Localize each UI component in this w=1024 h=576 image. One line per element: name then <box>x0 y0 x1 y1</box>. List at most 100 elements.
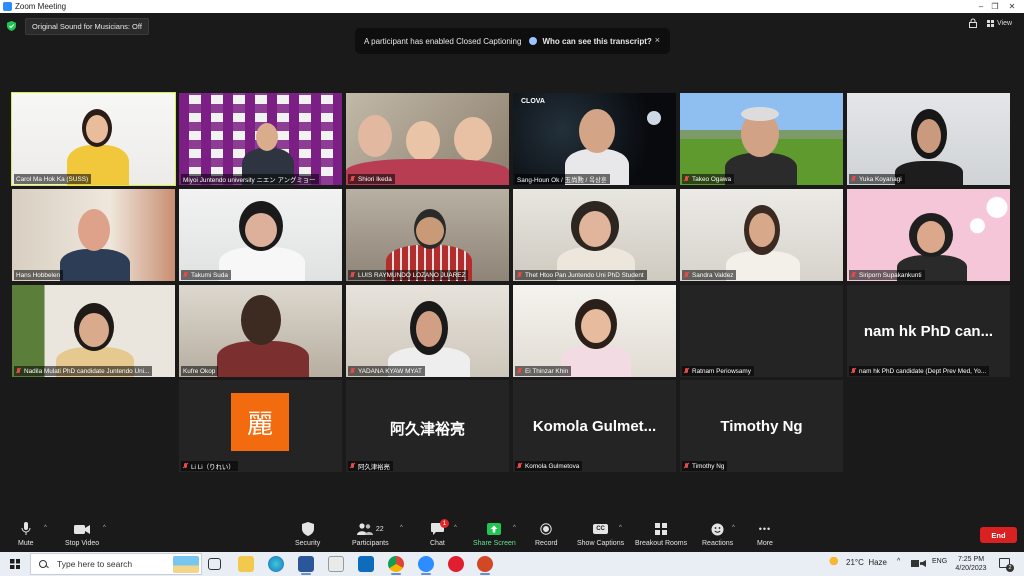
participant-tile[interactable]: YADANA KYAW MYAT <box>346 285 509 377</box>
chat-button[interactable]: 1 Chat <box>430 519 449 547</box>
muted-mic-icon <box>684 176 689 182</box>
language-indicator[interactable]: ENG <box>932 558 947 565</box>
participant-name: Miyoi Juntendo university ニエン アングミョー <box>181 174 319 184</box>
participant-tile[interactable]: 麗 Li Li（りれい） <box>179 380 342 472</box>
share-screen-icon <box>487 523 502 535</box>
participant-tile[interactable]: Nadila Mulati PhD candidate Juntendo Uni… <box>12 285 175 377</box>
participants-caret-icon[interactable]: ^ <box>400 525 403 531</box>
meeting-toolbar: Mute ^ Stop Video ^ Security 22 Particip… <box>0 517 1024 552</box>
participant-name: YADANA KYAW MYAT <box>348 366 425 376</box>
participant-name: Timothy Ng <box>682 461 728 471</box>
record-icon <box>540 523 552 535</box>
zoom-logo-icon <box>3 2 12 11</box>
mute-button[interactable]: Mute <box>18 521 34 547</box>
view-label: View <box>997 19 1013 27</box>
encryption-shield-icon[interactable] <box>7 21 16 31</box>
participant-tile[interactable]: 阿久津裕亮 阿久津裕亮 <box>346 380 509 472</box>
chat-label: Chat <box>430 540 445 547</box>
transcript-visibility-link[interactable]: Who can see this transcript? <box>529 36 652 46</box>
banner-message: A participant has enabled Closed Caption… <box>364 36 522 46</box>
participant-tile[interactable]: Miyoi Juntendo university ニエン アングミョー <box>179 93 342 185</box>
edge-browser-icon[interactable] <box>268 556 284 572</box>
original-sound-button[interactable]: Original Sound for Musicians: Off <box>25 18 149 35</box>
participant-tile[interactable]: Thet Htoo Pan Juntendo Uni PhD Student <box>513 189 676 281</box>
notification-count: 2 <box>1006 564 1014 572</box>
participant-tile[interactable]: Carol Ma Hok Ka (SUSS) <box>11 92 176 186</box>
closed-caption-banner: A participant has enabled Closed Caption… <box>355 28 670 54</box>
record-button[interactable]: Record <box>535 521 558 547</box>
reactions-button[interactable]: Reactions <box>702 521 733 547</box>
stop-video-button[interactable]: Stop Video <box>65 521 99 547</box>
participant-tile[interactable]: Takumi Suda <box>179 189 342 281</box>
media-player-icon[interactable] <box>448 556 464 572</box>
participant-tile[interactable]: Ei Thinzar Khin <box>513 285 676 377</box>
grid-icon <box>987 19 994 27</box>
breakout-rooms-icon <box>655 523 668 535</box>
participants-button[interactable]: 22 Participants <box>352 521 389 547</box>
participant-tile[interactable]: Kufre Okop <box>179 285 342 377</box>
end-meeting-button[interactable]: End <box>980 527 1017 543</box>
taskbar-search-box[interactable]: Type here to search <box>30 553 202 575</box>
participant-tile[interactable]: Komola Gulmet... Komola Gulmetova <box>513 380 676 472</box>
windows-start-icon[interactable] <box>10 559 20 569</box>
mail-icon[interactable] <box>358 556 374 572</box>
chrome-icon[interactable] <box>388 556 404 575</box>
security-button[interactable]: Security <box>295 521 320 547</box>
clova-overlay: CLOVA <box>521 98 545 105</box>
reactions-caret-icon[interactable]: ^ <box>732 525 735 531</box>
muted-mic-icon <box>517 463 522 469</box>
more-button[interactable]: ••• More <box>757 521 773 547</box>
participant-tile[interactable]: nam hk PhD can... nam hk PhD candidate (… <box>847 285 1010 377</box>
muted-mic-icon <box>684 272 689 278</box>
close-window-button[interactable]: ✕ <box>997 0 1024 13</box>
view-button[interactable]: View <box>987 17 1012 29</box>
participant-name: LUIS RAYMUNDO LOZANO JUAREZ <box>348 270 469 280</box>
participants-icon <box>356 523 373 535</box>
banner-close-icon[interactable]: × <box>655 35 660 45</box>
participant-tile[interactable]: Sandra Valdez <box>680 189 843 281</box>
participant-tile[interactable]: Timothy Ng Timothy Ng <box>680 380 843 472</box>
store-icon[interactable] <box>328 556 344 572</box>
volume-icon[interactable] <box>920 560 926 567</box>
stop-video-label: Stop Video <box>65 540 100 547</box>
people-icon <box>529 37 538 45</box>
participant-tile[interactable]: Yuka Koyanagi <box>847 93 1010 185</box>
notification-center-icon[interactable]: 2 <box>999 558 1014 572</box>
captions-caret-icon[interactable]: ^ <box>619 525 622 531</box>
participant-display-name: Timothy Ng <box>720 418 803 435</box>
chat-caret-icon[interactable]: ^ <box>454 525 457 531</box>
word-icon[interactable] <box>298 556 314 575</box>
show-captions-button[interactable]: CC Show Captions <box>577 521 624 547</box>
tray-overflow-chevron-icon[interactable]: ^ <box>897 558 900 565</box>
file-explorer-icon[interactable] <box>238 556 254 572</box>
participant-name: Yuka Koyanagi <box>849 174 905 184</box>
participant-name: Hans Hobbelen <box>14 270 64 280</box>
participant-tile[interactable]: LUIS RAYMUNDO LOZANO JUAREZ <box>346 189 509 281</box>
powerpoint-icon[interactable] <box>477 556 493 575</box>
participant-name: Nadila Mulati PhD candidate Juntendo Uni… <box>14 366 153 376</box>
participant-name: Sandra Valdez <box>682 270 737 280</box>
taskbar-clock[interactable]: 7:25 PM 4/20/2023 <box>949 555 993 573</box>
show-captions-label: Show Captions <box>577 540 625 547</box>
participant-tile[interactable]: Shiori Ikeda <box>346 93 509 185</box>
participant-tile[interactable]: CLOVA Sang-Houn Ok / 玉尚勲 / 옥상훈 <box>513 93 676 185</box>
participant-tile[interactable]: Hans Hobbelen <box>12 189 175 281</box>
muted-mic-icon <box>350 272 355 278</box>
muted-mic-icon <box>183 463 188 469</box>
banner-link-label: Who can see this transcript? <box>542 36 652 46</box>
weather-widget[interactable]: 21°C Haze <box>829 557 887 567</box>
participant-tile[interactable]: Takeo Ogawa <box>680 93 843 185</box>
participant-tile[interactable]: Siriporn Supakankunti <box>847 189 1010 281</box>
participant-name: Carol Ma Hok Ka (SUSS) <box>14 174 92 184</box>
title-bar: Zoom Meeting – ❐ ✕ <box>0 0 1024 13</box>
zoom-taskbar-icon[interactable] <box>418 556 434 575</box>
security-lock-icon[interactable] <box>968 18 978 28</box>
participant-tile[interactable]: Ratnam Periowsamy <box>680 285 843 377</box>
task-view-icon[interactable] <box>208 558 221 570</box>
audio-options-caret-icon[interactable]: ^ <box>44 525 47 531</box>
share-screen-button[interactable]: Share Screen <box>473 521 516 547</box>
video-options-caret-icon[interactable]: ^ <box>103 525 106 531</box>
breakout-rooms-button[interactable]: Breakout Rooms <box>635 521 687 547</box>
share-options-caret-icon[interactable]: ^ <box>513 525 516 531</box>
network-icon[interactable] <box>911 560 919 567</box>
